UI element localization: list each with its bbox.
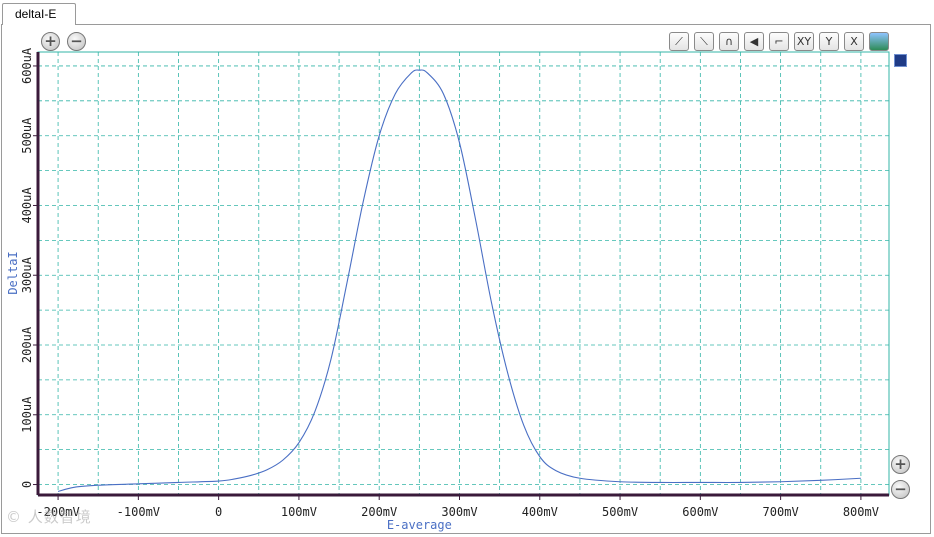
x-tick-label: 500mV	[602, 505, 638, 519]
y-tick-label: 400uA	[20, 187, 34, 224]
x-tick-label: 800mV	[843, 505, 879, 519]
watermark: © 人数智境	[6, 508, 92, 526]
x-axis-title: E-average	[387, 518, 452, 532]
x-tick-label: 200mV	[361, 505, 397, 519]
x-tick-label: 100mV	[281, 505, 317, 519]
x-tick-label: 400mV	[522, 505, 558, 519]
x-tick-label: 600mV	[682, 505, 718, 519]
tab-deltai-e[interactable]: deltaI-E	[2, 3, 76, 25]
x-tick-label: 700mV	[763, 505, 799, 519]
y-tick-label: 100uA	[20, 396, 34, 433]
y-tick-label: 500uA	[20, 117, 34, 154]
series-line-0	[57, 69, 861, 493]
x-tick-label: 300mV	[441, 505, 477, 519]
y-axis-title: DeltaI	[6, 251, 20, 294]
y-tick-label: 0	[20, 481, 34, 488]
x-tick-label: -100mV	[117, 505, 160, 519]
y-tick-label: 600uA	[20, 47, 34, 84]
plot-border	[37, 51, 890, 496]
y-tick-label: 200uA	[20, 326, 34, 363]
x-tick-label: 0	[215, 505, 222, 519]
y-tick-label: 300uA	[20, 256, 34, 293]
deltai-e-chart: -200mV -100mV 0 100mV 200mV 300mV 400mV 500mV 60…	[6, 47, 890, 532]
